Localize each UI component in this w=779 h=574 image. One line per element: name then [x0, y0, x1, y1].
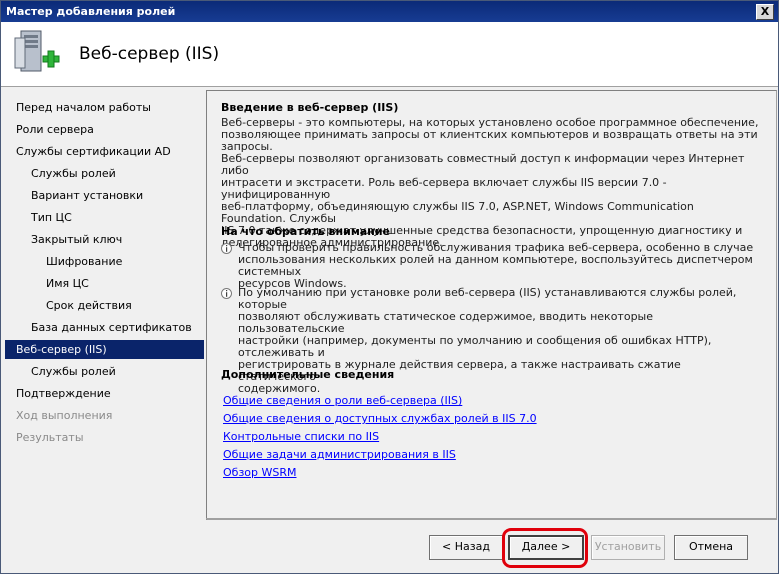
sidebar-item-label: Срок действия [46, 299, 132, 312]
window-title: Мастер добавления ролей [6, 5, 176, 18]
info-icon [221, 288, 232, 299]
sidebar-item-label: Подтверждение [16, 387, 111, 400]
note-text: Чтобы проверить правильность обслуживани… [238, 242, 758, 290]
sidebar-item: Ход выполнения [5, 406, 204, 425]
sidebar-item-label: Вариант установки [31, 189, 144, 202]
sidebar-item[interactable]: Роли сервера [5, 120, 204, 139]
sidebar-item-label: Веб-сервер (IIS) [16, 343, 107, 356]
text-line: позволяют обслуживать статическое содерж… [238, 310, 653, 335]
wizard-header: Веб-сервер (IIS) [1, 22, 778, 87]
sidebar-item-label: Ход выполнения [16, 409, 113, 422]
help-link[interactable]: Общие сведения о роли веб-сервера (IIS) [223, 394, 462, 408]
help-link[interactable]: Обзор WSRM [223, 466, 297, 480]
back-button[interactable]: < Назад [429, 535, 503, 560]
footer-divider [206, 518, 776, 519]
title-bar: Мастер добавления ролей X [1, 1, 778, 22]
sidebar-item[interactable]: База данных сертификатов [5, 318, 204, 337]
info-icon [221, 243, 232, 254]
text-line: позволяющее принимать запросы от клиентс… [221, 128, 758, 153]
sidebar-item[interactable]: Службы ролей [5, 362, 204, 381]
sidebar-item-label: База данных сертификатов [31, 321, 192, 334]
sidebar-item-label: Шифрование [46, 255, 123, 268]
sidebar-item-label: Службы ролей [31, 167, 116, 180]
text-line: настройки (например, документы по умолча… [238, 334, 712, 359]
more-info-heading: Дополнительные сведения [221, 368, 395, 381]
text-line: интрасети и экстрасети. Роль веб-сервера… [221, 176, 667, 201]
help-link[interactable]: Общие сведения о доступных службах ролей… [223, 412, 537, 426]
content-panel: Введение в веб-сервер (IIS) Веб-серверы … [206, 90, 777, 520]
sidebar-item-label: Результаты [16, 431, 84, 444]
sidebar-item[interactable]: Перед началом работы [5, 98, 204, 117]
sidebar-item[interactable]: Шифрование [5, 252, 204, 271]
attention-heading: На что обратить внимание [221, 225, 391, 238]
page-title: Веб-сервер (IIS) [79, 44, 220, 64]
sidebar-item-label: Перед началом работы [16, 101, 151, 114]
help-link[interactable]: Контрольные списки по IIS [223, 430, 379, 444]
sidebar-item-label: Закрытый ключ [31, 233, 123, 246]
help-link[interactable]: Общие задачи администрирования в IIS [223, 448, 456, 462]
text-line: Веб-серверы позволяют организовать совме… [221, 152, 745, 177]
sidebar-item[interactable]: Службы ролей [5, 164, 204, 183]
sidebar-item[interactable]: Имя ЦС [5, 274, 204, 293]
install-button[interactable]: Установить [591, 535, 665, 560]
text-line: использования нескольких ролей на данном… [238, 253, 753, 278]
sidebar-item-label: Имя ЦС [46, 277, 89, 290]
close-button[interactable]: X [756, 4, 774, 20]
sidebar-item-label: Тип ЦС [31, 211, 72, 224]
sidebar-item[interactable]: Вариант установки [5, 186, 204, 205]
wizard-steps: Перед началом работы Роли сервера Службы с… [5, 90, 205, 572]
sidebar-item[interactable]: Тип ЦС [5, 208, 204, 227]
wizard-window: Мастер добавления ролей X Веб-сервер (II… [0, 0, 779, 574]
intro-heading: Введение в веб-сервер (IIS) [221, 101, 399, 114]
sidebar-item[interactable]: Подтверждение [5, 384, 204, 403]
sidebar-item-label: Службы ролей [31, 365, 116, 378]
text-line: веб-платформу, объединяющую службы IIS 7… [221, 200, 694, 225]
sidebar-item-label: Роли сервера [16, 123, 94, 136]
sidebar-item[interactable]: Службы сертификации AD [5, 142, 204, 161]
sidebar-item[interactable]: Закрытый ключ [5, 230, 204, 249]
sidebar-item-label: Службы сертификации AD [16, 145, 171, 158]
cancel-button[interactable]: Отмена [674, 535, 748, 560]
sidebar-item: Результаты [5, 428, 204, 447]
sidebar-item[interactable]: Веб-сервер (IIS) [5, 340, 204, 359]
server-add-icon [14, 30, 60, 72]
next-button-highlight [502, 528, 588, 568]
sidebar-item[interactable]: Срок действия [5, 296, 204, 315]
text-line: По умолчанию при установке роли веб-серв… [238, 286, 737, 311]
